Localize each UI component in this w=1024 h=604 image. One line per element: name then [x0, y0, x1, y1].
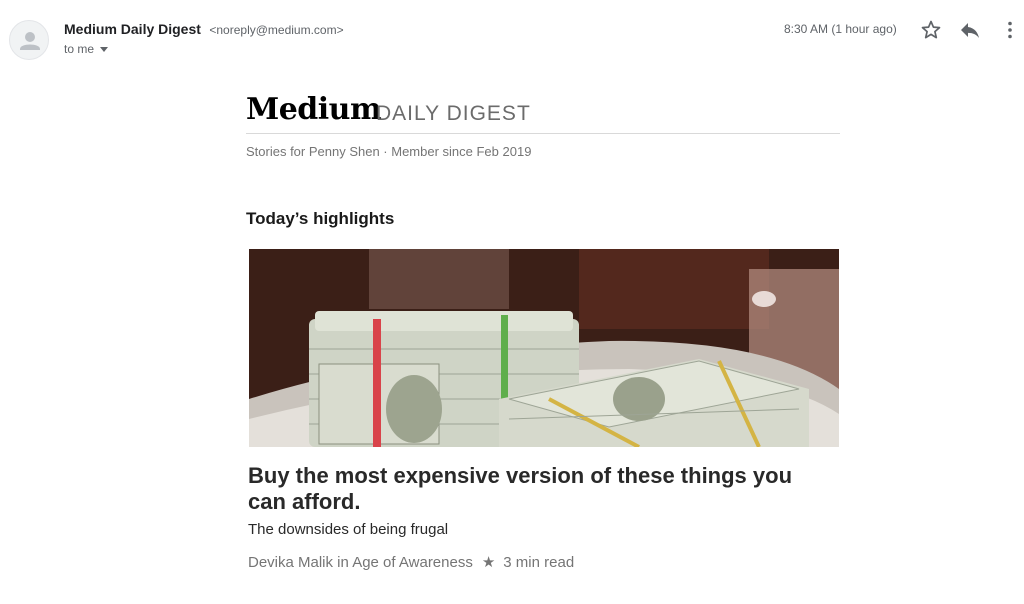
star-separator-icon: ★ [481, 554, 496, 571]
email-timestamp: 8:30 AM (1 hour ago) [784, 22, 897, 36]
more-vertical-icon [1008, 21, 1012, 39]
medium-logo[interactable]: Medium [246, 92, 382, 127]
section-title: Today’s highlights [246, 209, 395, 228]
money-stacks-image [249, 249, 839, 447]
story-author-link[interactable]: Devika Malik in Age of Awareness [248, 554, 473, 571]
masthead: Medium DAILY DIGEST [246, 90, 840, 134]
member-info: Stories for Penny Shen · Member since Fe… [246, 144, 532, 159]
story-hero-image[interactable] [249, 249, 839, 447]
story-title-link[interactable]: Buy the most expensive version of these … [248, 463, 828, 515]
recipient-details-toggle[interactable]: to me [64, 42, 109, 56]
edition-label: DAILY DIGEST [376, 102, 531, 125]
star-outline-icon [921, 20, 941, 39]
person-icon [20, 32, 40, 50]
digest-body: Medium DAILY DIGEST Stories for Penny Sh… [246, 90, 840, 571]
reply-button[interactable] [958, 18, 982, 42]
reply-icon [961, 23, 979, 38]
sender-avatar[interactable] [9, 20, 49, 60]
read-time: 3 min read [503, 554, 575, 571]
story-meta: Devika Malik in Age of Awareness ★ 3 min r… [248, 553, 840, 571]
sender-line: Medium Daily Digest <noreply@medium.com> [64, 21, 344, 39]
email-header: Medium Daily Digest <noreply@medium.com>… [0, 0, 1024, 70]
story-subtitle: The downsides of being frugal [248, 521, 449, 538]
recipient-label: to me [64, 42, 95, 56]
more-options-button[interactable] [998, 18, 1022, 42]
sender-name[interactable]: Medium Daily Digest [64, 21, 201, 37]
sender-email: <noreply@medium.com> [209, 23, 344, 37]
star-button[interactable] [919, 18, 943, 42]
caret-down-icon [100, 47, 109, 53]
